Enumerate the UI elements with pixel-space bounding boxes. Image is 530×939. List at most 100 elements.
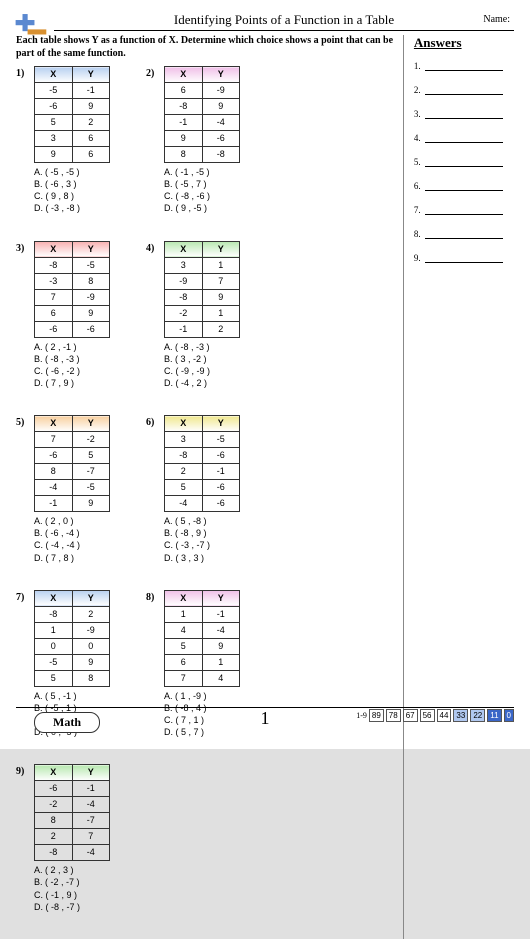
answer-choice: A. ( 2 , 0 ) [34, 515, 146, 527]
answers-panel: Answers 1.2.3.4.5.6.7.8.9. [403, 35, 514, 939]
key-box: 89 [369, 709, 384, 722]
answer-blank[interactable] [425, 253, 503, 263]
answer-choices: A. ( 2 , 3 )B. ( -2 , -7 )C. ( -1 , 9 )D… [34, 864, 146, 913]
table-cell: 1 [165, 606, 203, 622]
table-cell: -4 [202, 115, 240, 131]
answers-title: Answers [414, 35, 514, 51]
table-cell: 2 [72, 606, 110, 622]
problem-number: 9) [16, 766, 24, 777]
table-cell: 3 [165, 432, 203, 448]
answer-choice: A. ( 1 , -9 ) [164, 690, 276, 702]
table-cell: 9 [165, 131, 203, 147]
table-row: -1-4 [165, 115, 240, 131]
table-header: Y [202, 416, 240, 432]
table-row: 2-1 [165, 464, 240, 480]
table-cell: -1 [72, 781, 110, 797]
function-table: XY1-14-4596174 [164, 590, 240, 687]
answer-choice: B. ( 3 , -2 ) [164, 353, 276, 365]
table-cell: -2 [165, 305, 203, 321]
table-header: Y [72, 416, 110, 432]
key-box: 33 [453, 709, 468, 722]
table-cell: 8 [35, 813, 73, 829]
answer-blank[interactable] [425, 61, 503, 71]
table-cell: -4 [202, 622, 240, 638]
answer-blank[interactable] [425, 205, 503, 215]
plus-minus-icon [14, 12, 48, 40]
answer-blank[interactable] [425, 133, 503, 143]
answer-number: 3. [414, 109, 421, 119]
table-row: -8-4 [35, 845, 110, 861]
answer-blank[interactable] [425, 181, 503, 191]
answer-number: 2. [414, 85, 421, 95]
table-header: X [165, 590, 203, 606]
answer-blank[interactable] [425, 109, 503, 119]
table-header: X [35, 765, 73, 781]
answer-line: 5. [414, 157, 514, 167]
table-row: 7-9 [35, 289, 110, 305]
table-cell: 9 [72, 99, 110, 115]
answer-choice: A. ( -1 , -5 ) [164, 166, 276, 178]
answer-number: 5. [414, 157, 421, 167]
page: Identifying Points of a Function in a Ta… [0, 0, 530, 749]
table-cell: 9 [202, 289, 240, 305]
table-row: 27 [35, 829, 110, 845]
key-box: 56 [420, 709, 435, 722]
answer-choice: C. ( -3 , -7 ) [164, 539, 276, 551]
answer-blank[interactable] [425, 157, 503, 167]
table-row: -21 [165, 305, 240, 321]
table-row: 7-2 [35, 432, 110, 448]
table-row: 74 [165, 670, 240, 686]
answer-choices: A. ( -8 , -3 )B. ( 3 , -2 )C. ( -9 , -9 … [164, 341, 276, 390]
table-cell: 3 [35, 131, 73, 147]
table-cell: -3 [35, 273, 73, 289]
table-cell: 8 [72, 670, 110, 686]
table-cell: 6 [165, 654, 203, 670]
table-cell: 1 [202, 305, 240, 321]
table-cell: 1 [202, 654, 240, 670]
function-table: XY-5-1-69523696 [34, 66, 110, 163]
problem-number: 8) [146, 592, 154, 603]
table-row: -6-1 [35, 781, 110, 797]
table-cell: 1 [35, 622, 73, 638]
answer-number: 9. [414, 253, 421, 263]
table-row: -5-1 [35, 83, 110, 99]
table-cell: -5 [72, 257, 110, 273]
table-cell: -4 [72, 797, 110, 813]
problem-number: 1) [16, 68, 24, 79]
table-row: 8-7 [35, 813, 110, 829]
key-box: 67 [403, 709, 418, 722]
answer-key-strip: 1-9 89 78 67 56 44 33 22 11 0 [356, 711, 514, 720]
table-header: X [165, 416, 203, 432]
table-cell: 2 [35, 829, 73, 845]
function-table: XY7-2-658-7-4-5-19 [34, 415, 110, 512]
answer-blank[interactable] [425, 229, 503, 239]
table-cell: 7 [202, 273, 240, 289]
table-row: 58 [35, 670, 110, 686]
answer-choice: A. ( 2 , -1 ) [34, 341, 146, 353]
answer-choice: B. ( -6 , 3 ) [34, 178, 146, 190]
problem: 4)XY31-97-89-21-12A. ( -8 , -3 )B. ( 3 ,… [146, 241, 276, 390]
function-table: XY-8-5-387-969-6-6 [34, 241, 110, 338]
problem-number: 6) [146, 417, 154, 428]
answer-choice: A. ( -8 , -3 ) [164, 341, 276, 353]
table-cell: -4 [35, 480, 73, 496]
table-row: 1-9 [35, 622, 110, 638]
key-box: 22 [470, 709, 485, 722]
table-cell: 5 [35, 670, 73, 686]
table-header: X [35, 416, 73, 432]
table-cell: -6 [202, 480, 240, 496]
table-header: X [165, 241, 203, 257]
table-cell: -8 [165, 289, 203, 305]
table-cell: -9 [72, 622, 110, 638]
table-row: 00 [35, 638, 110, 654]
table-cell: 7 [165, 670, 203, 686]
table-header: Y [202, 67, 240, 83]
table-cell: -1 [202, 606, 240, 622]
name-label: Name: [483, 14, 510, 25]
table-cell: -9 [202, 83, 240, 99]
math-badge: Math [34, 712, 100, 733]
table-row: 69 [35, 305, 110, 321]
table-cell: -5 [35, 83, 73, 99]
table-header: X [35, 590, 73, 606]
answer-blank[interactable] [425, 85, 503, 95]
